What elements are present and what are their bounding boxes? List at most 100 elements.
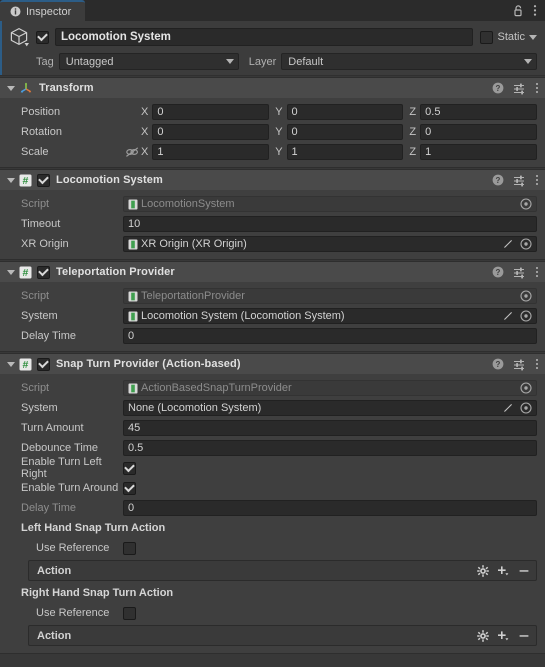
plus-dropdown-icon[interactable] [497, 565, 510, 577]
inspector-window: Inspector Locomotion System Static Tag U… [0, 0, 545, 667]
scale-z-input[interactable]: 1 [420, 144, 537, 160]
action-row-buttons [477, 564, 530, 577]
plus-dropdown-icon[interactable] [497, 630, 510, 642]
kebab-menu-icon[interactable] [535, 82, 539, 94]
gameobject-name-input[interactable]: Locomotion System [55, 28, 474, 46]
timeout-input[interactable]: 10 [123, 216, 537, 232]
position-y-input[interactable]: 0 [286, 104, 404, 120]
enable-turn-around-checkbox[interactable] [123, 481, 136, 495]
foldout-triangle-icon[interactable] [4, 177, 17, 183]
svg-text:#: # [22, 267, 28, 279]
gear-icon[interactable] [477, 564, 489, 577]
axis-label-z: Z [409, 106, 417, 118]
scale-x-input[interactable]: 1 [152, 144, 270, 160]
vector3-row: Position X 0 Y 0 Z 0.5 [8, 102, 537, 122]
kebab-menu-icon[interactable] [535, 358, 539, 370]
debounce-time-input[interactable]: 0.5 [123, 440, 537, 456]
kebab-menu-icon[interactable] [533, 4, 537, 17]
label-system: System [21, 402, 58, 414]
minus-icon[interactable] [518, 565, 530, 577]
gameobject-enabled-checkbox[interactable] [36, 30, 49, 44]
preset-sliders-icon[interactable] [513, 358, 526, 371]
position-x-input[interactable]: 0 [152, 104, 270, 120]
tag-layer-row: Tag Untagged Layer Default [8, 52, 537, 71]
gameobject-cube-icon[interactable] [8, 26, 36, 48]
foldout-triangle-icon[interactable] [4, 361, 17, 367]
turn-amount-input[interactable]: 45 [123, 420, 537, 436]
axis-label-x: X [141, 106, 149, 118]
preset-sliders-icon[interactable] [513, 174, 526, 187]
label-script: Script [21, 198, 50, 210]
action-label: Action [37, 629, 72, 642]
enable-turn-left-right-checkbox[interactable] [123, 461, 136, 475]
property-row: Use Reference [8, 538, 537, 558]
transform-axis-icon [19, 81, 33, 95]
tag-dropdown[interactable]: Untagged [58, 53, 239, 70]
system-input[interactable]: None (Locomotion System) [123, 400, 537, 416]
help-circle-icon[interactable]: ? [492, 82, 504, 94]
property-row: Use Reference [8, 603, 537, 623]
system-input[interactable]: Locomotion System (Locomotion System) [123, 308, 537, 324]
component-enabled-checkbox[interactable] [37, 173, 50, 187]
foldout-triangle-icon[interactable] [4, 269, 17, 275]
scale-unlink-icon[interactable] [125, 146, 139, 158]
lock-open-icon[interactable] [513, 4, 524, 17]
foldout-triangle-icon[interactable] [4, 85, 17, 91]
checkbox-cell [123, 606, 537, 620]
label-system: System [21, 310, 58, 322]
edit-pencil-icon[interactable] [502, 238, 514, 250]
component-header[interactable]: # Locomotion System? [0, 170, 545, 190]
preset-sliders-icon[interactable] [513, 82, 526, 95]
gear-icon[interactable] [477, 629, 489, 642]
component-header-actions: ? [492, 266, 539, 279]
scale-unlink-icon[interactable] [123, 146, 141, 158]
label-xr-origin: XR Origin [21, 238, 69, 250]
scale-y-input[interactable]: 1 [286, 144, 404, 160]
script-value: LocomotionSystem [141, 198, 235, 210]
minus-icon[interactable] [518, 630, 530, 642]
position-z-input[interactable]: 0.5 [420, 104, 537, 120]
label-script: Script [21, 382, 50, 394]
script-value: ActionBasedSnapTurnProvider [141, 382, 292, 394]
tag-value: Untagged [65, 55, 114, 68]
tag-label: Tag [36, 55, 54, 68]
static-checkbox[interactable] [480, 30, 494, 44]
xr-origin-input[interactable]: XR Origin (XR Origin) [123, 236, 537, 252]
help-circle-icon[interactable]: ? [492, 266, 504, 278]
field-buttons [514, 198, 532, 210]
rotation-x-input[interactable]: 0 [152, 124, 270, 140]
component-enabled-checkbox[interactable] [37, 265, 50, 279]
action-field-row[interactable]: Action [28, 560, 537, 581]
static-chevron-down-icon[interactable] [529, 34, 537, 40]
delay-time-input[interactable]: 0 [123, 500, 537, 516]
rotation-y-input[interactable]: 0 [286, 124, 404, 140]
delay-time-input[interactable]: 0 [123, 328, 537, 344]
use-reference-checkbox[interactable] [123, 541, 136, 555]
edit-pencil-icon[interactable] [502, 310, 514, 322]
component-teleportation-provider: # Teleportation Provider? Script Teleportat… [0, 261, 545, 352]
target-select-icon[interactable] [520, 290, 532, 302]
component-body: Script LocomotionSystem Timeout 10 XR Origin… [0, 190, 545, 259]
preset-sliders-icon[interactable] [513, 266, 526, 279]
component-header[interactable]: # Snap Turn Provider (Action-based)? [0, 354, 545, 374]
checkbox-cell [123, 541, 537, 555]
component-header[interactable]: # Teleportation Provider? [0, 262, 545, 282]
tab-inspector[interactable]: Inspector [0, 0, 86, 21]
component-enabled-checkbox[interactable] [37, 357, 50, 371]
help-circle-icon[interactable]: ? [492, 358, 504, 370]
target-select-icon[interactable] [520, 382, 532, 394]
edit-pencil-icon[interactable] [502, 402, 514, 414]
help-circle-icon[interactable]: ? [492, 174, 504, 186]
kebab-menu-icon[interactable] [535, 266, 539, 278]
target-select-icon[interactable] [520, 310, 532, 322]
use-reference-checkbox[interactable] [123, 606, 136, 620]
target-select-icon[interactable] [520, 238, 532, 250]
component-header[interactable]: Transform? [0, 78, 545, 98]
action-field-row[interactable]: Action [28, 625, 537, 646]
kebab-menu-icon[interactable] [535, 174, 539, 186]
rotation-z-input[interactable]: 0 [420, 124, 537, 140]
layer-dropdown[interactable]: Default [281, 53, 537, 70]
info-icon [10, 6, 21, 17]
target-select-icon[interactable] [520, 402, 532, 414]
target-select-icon[interactable] [520, 198, 532, 210]
